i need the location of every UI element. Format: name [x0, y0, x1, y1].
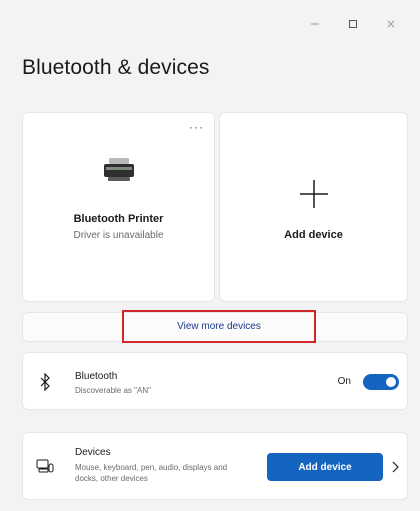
close-icon — [387, 20, 395, 28]
device-tile-printer[interactable]: ··· Bluetooth Printer Driver is unavaila… — [22, 112, 215, 302]
add-device-button[interactable]: Add device — [267, 453, 383, 481]
maximize-icon — [349, 20, 357, 28]
bluetooth-title: Bluetooth — [75, 371, 118, 382]
minimize-button[interactable] — [296, 10, 334, 38]
bluetooth-icon — [40, 373, 50, 391]
chevron-right-icon[interactable] — [391, 461, 399, 473]
settings-window: Bluetooth & devices ··· Bluetooth Printe… — [0, 0, 420, 511]
bluetooth-card: Bluetooth Discoverable as "AN" On — [22, 352, 408, 410]
devices-icon — [36, 459, 54, 473]
more-options-button[interactable]: ··· — [189, 121, 204, 133]
minimize-icon — [311, 23, 319, 25]
add-device-tile[interactable]: Add device — [219, 112, 408, 302]
bluetooth-subtitle: Discoverable as "AN" — [75, 386, 151, 395]
view-more-devices-link[interactable]: View more devices — [122, 310, 316, 343]
add-device-label: Add device — [284, 229, 343, 241]
window-controls — [296, 10, 410, 38]
device-name: Bluetooth Printer — [73, 213, 164, 225]
toggle-knob — [386, 377, 396, 387]
bluetooth-state-label: On — [337, 376, 351, 387]
devices-title: Devices — [75, 447, 111, 458]
devices-subtitle: Mouse, keyboard, pen, audio, displays an… — [75, 463, 228, 483]
bluetooth-toggle[interactable] — [363, 374, 399, 390]
printer-icon — [103, 158, 134, 181]
device-tiles: ··· Bluetooth Printer Driver is unavaila… — [22, 112, 408, 302]
device-status: Driver is unavailable — [73, 230, 164, 241]
plus-icon — [299, 180, 328, 208]
devices-card[interactable]: Devices Mouse, keyboard, pen, audio, dis… — [22, 432, 408, 500]
page-title: Bluetooth & devices — [22, 56, 210, 79]
maximize-button[interactable] — [334, 10, 372, 38]
close-button[interactable] — [372, 10, 410, 38]
